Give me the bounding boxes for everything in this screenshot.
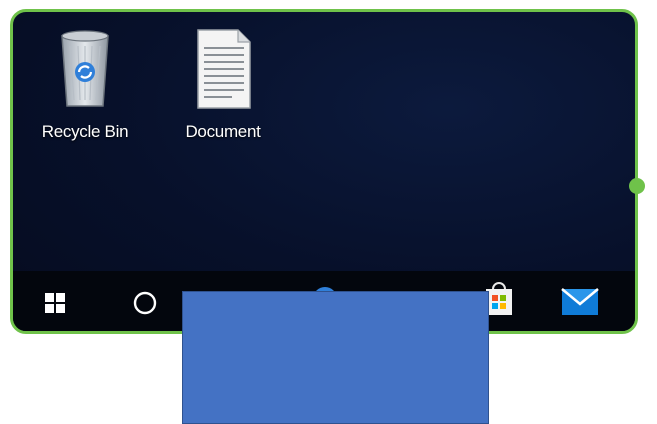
desktop-icon-recycle-bin[interactable]: Recycle Bin [30, 26, 140, 142]
desktop-icon-document[interactable]: Document [168, 26, 278, 142]
desktop-icon-label: Document [185, 122, 261, 141]
canvas: Recycle Bin Document [0, 0, 657, 424]
windows-start-icon[interactable] [37, 285, 73, 321]
document-icon [192, 26, 254, 110]
mail-icon[interactable] [558, 283, 602, 319]
desktop-screenshot[interactable]: Recycle Bin Document [10, 9, 638, 334]
recycle-bin-icon [54, 26, 116, 110]
desktop-icon-label: Recycle Bin [41, 122, 129, 141]
cortana-search-icon[interactable] [127, 285, 163, 321]
blue-rectangle-shape[interactable] [182, 291, 489, 424]
resize-handle[interactable] [629, 178, 645, 194]
